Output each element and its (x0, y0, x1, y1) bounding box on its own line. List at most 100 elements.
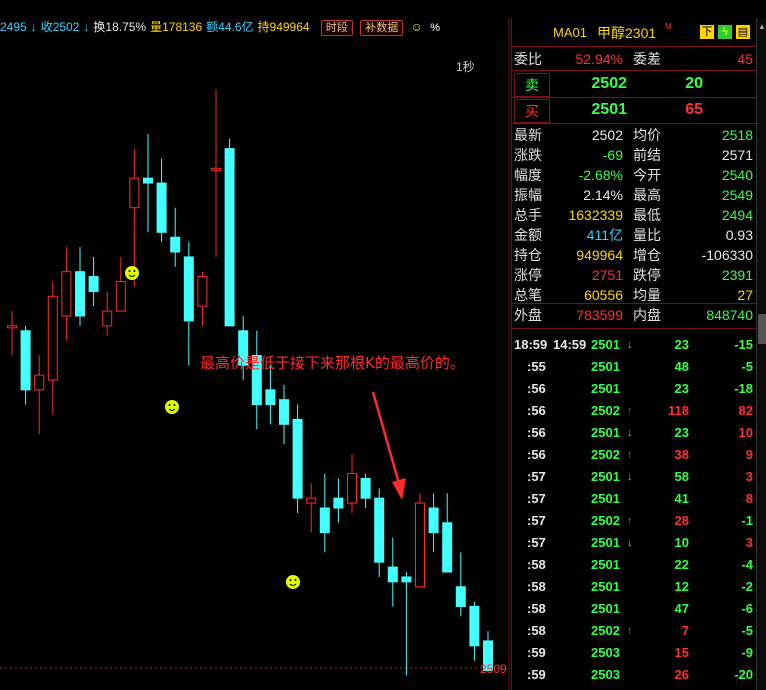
tick-direction-icon: ↑ (627, 625, 633, 637)
candle-body (333, 497, 344, 509)
stat-value: 2549 (721, 187, 753, 203)
buy-label: 买 (514, 99, 550, 123)
tick-change: 9 (745, 447, 753, 462)
quote-summary-bar: 2495 ↓ 收2502 ↓ 换18.75% 量178136 额44.6亿 持949964 时… (0, 18, 510, 38)
stat-label: 振幅 (514, 187, 542, 203)
tick-time: :56 (527, 381, 546, 396)
quote-panel: MA01 甲醇2301 M 下 ϟ ▤ 委比 52.94% 委差 45 卖 25… (511, 18, 756, 690)
tick-price: 2501 (591, 425, 620, 440)
quote-summary-item: 额44.6亿 (206, 20, 254, 34)
down-toggle-button[interactable]: 下 (700, 25, 714, 39)
tick-volume: 10 (674, 535, 689, 550)
weibi-label: 委比 (514, 51, 542, 67)
period-button[interactable]: 时段 (320, 20, 353, 36)
divider (511, 46, 756, 47)
stats-row: 最新 2502 均价 2518 (511, 125, 756, 145)
quote-summary-item: 持949964 (257, 20, 310, 34)
candle-body (469, 605, 480, 647)
tick-price: 2503 (591, 667, 620, 682)
scrollbar[interactable]: ▲ (756, 18, 766, 690)
tick-time: :57 (527, 513, 546, 528)
divider (511, 328, 756, 329)
stat-value: 60556 (584, 287, 623, 303)
tick-direction-icon: ↓ (627, 471, 633, 483)
tick-change: -20 (734, 667, 753, 682)
quote-summary-item: ↓ (30, 20, 37, 34)
tick-price: 2501 (591, 359, 620, 374)
tick-direction-icon: ↑ (627, 405, 633, 417)
candle-body (265, 389, 276, 406)
tick-change: -5 (741, 359, 753, 374)
tick-time: :56 (527, 425, 546, 440)
fill-data-button[interactable]: 补数据 (360, 20, 404, 36)
tick-price: 2502 (591, 623, 620, 638)
settings-icon[interactable]: ▤ (736, 25, 750, 39)
tick-volume: 12 (674, 579, 689, 594)
weicha-label: 委差 (633, 51, 661, 67)
candle-body (34, 374, 45, 391)
candle-body (224, 148, 235, 327)
tick-row: :58 2502 ↑ 7 -5 (511, 620, 756, 642)
candle-body (88, 276, 99, 292)
tick-change: -2 (741, 579, 753, 594)
tick-volume: 28 (674, 513, 689, 528)
tick-change: 10 (738, 425, 753, 440)
candle-body (401, 576, 412, 583)
stat-label: 量比 (633, 227, 661, 243)
tick-price: 2501 (591, 579, 620, 594)
tick-change: -6 (741, 601, 753, 616)
smiley-marker-icon (125, 266, 139, 280)
tick-price: 2501 (591, 491, 620, 506)
percent-icon[interactable]: % (430, 22, 440, 34)
tick-time: :58 (527, 601, 546, 616)
scroll-up-icon[interactable]: ▲ (758, 22, 766, 34)
tick-price: 2501 (591, 535, 620, 550)
tick-change: 82 (738, 403, 753, 418)
sell-volume: 20 (685, 75, 703, 92)
tick-volume: 48 (674, 359, 689, 374)
buy-price: 2501 (591, 101, 627, 118)
stat-value: 411亿 (586, 227, 623, 243)
tick-row: :58 2501 22 -4 (511, 554, 756, 576)
stat-value: 1632339 (568, 207, 623, 223)
divider (511, 303, 756, 304)
stat-value: 949964 (576, 247, 623, 263)
stat-value: 2540 (721, 167, 753, 183)
candle-body (428, 507, 439, 534)
tick-row: :56 2501 ↓ 23 10 (511, 422, 756, 444)
tick-volume: 58 (674, 469, 689, 484)
candle-body (442, 522, 453, 573)
tick-time-secondary: 14:59 (553, 337, 587, 352)
waipan-value: 783599 (576, 307, 623, 323)
tick-row: :57 2502 ↑ 28 -1 (511, 510, 756, 532)
stat-value: 2751 (591, 267, 623, 283)
lightning-icon[interactable]: ϟ (718, 25, 732, 39)
waipan-neipan-row: 外盘 783599 内盘 848740 (511, 305, 756, 325)
candle-body (20, 330, 31, 391)
candle-body (387, 566, 398, 583)
stat-label: 前结 (633, 147, 661, 163)
candle-body (183, 256, 194, 322)
stats-row: 涨跌 -69 前结 2571 (511, 145, 756, 165)
stats-row: 持仓 949964 增仓 -106330 (511, 245, 756, 265)
tick-change: -5 (741, 623, 753, 638)
stat-value: 2.14% (583, 187, 623, 203)
tick-row: :55 2501 48 -5 (511, 356, 756, 378)
smiley-icon[interactable]: ☺ (411, 20, 423, 34)
tick-volume: 23 (674, 425, 689, 440)
stats-row: 涨停 2751 跌停 2391 (511, 265, 756, 285)
tick-time: :57 (527, 491, 546, 506)
scroll-thumb[interactable] (758, 314, 766, 344)
tick-volume: 118 (668, 403, 689, 418)
candle-body (306, 497, 317, 504)
stat-value: 2502 (591, 127, 623, 143)
tick-price: 2501 (591, 381, 620, 396)
tick-time: 18:59 (514, 337, 548, 352)
tick-row: :59 2503 15 -9 (511, 642, 756, 664)
tick-time: :55 (527, 359, 546, 374)
tick-volume: 15 (674, 645, 689, 660)
tick-time: :59 (527, 667, 546, 682)
tick-change: -4 (741, 557, 753, 572)
tick-price: 2502 (591, 403, 620, 418)
stats-row: 总笔 60556 均量 27 (511, 285, 756, 305)
